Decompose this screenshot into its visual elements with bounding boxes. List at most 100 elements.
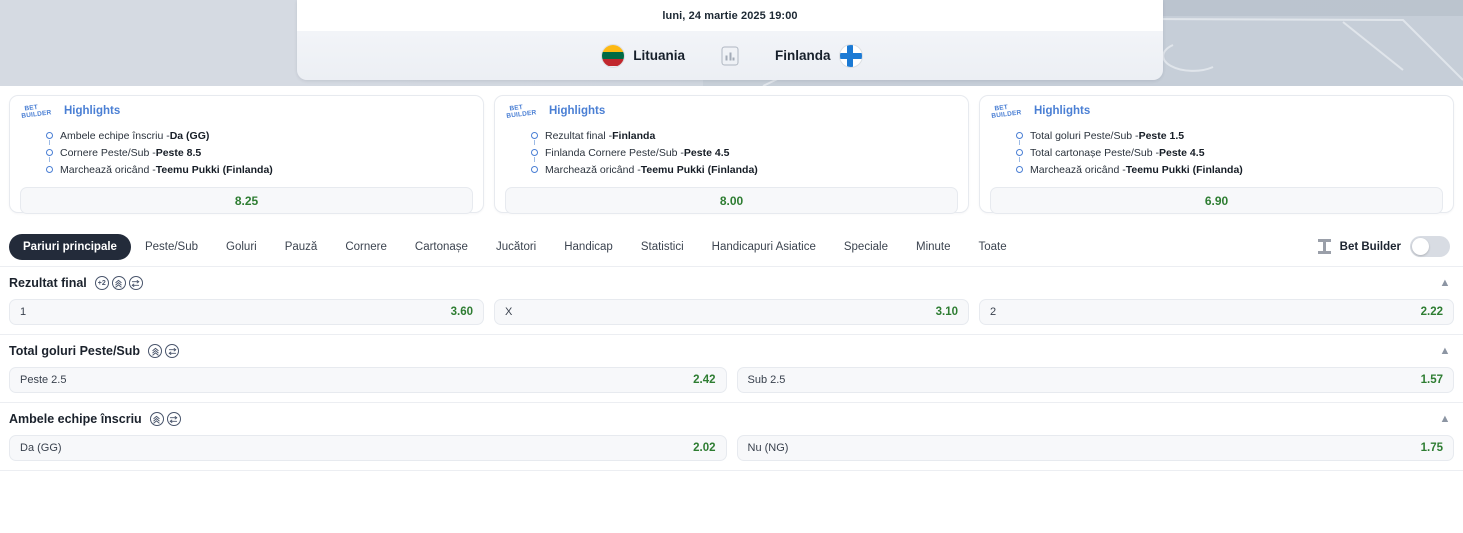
bet-builder-logo-icon: BET BUILDER — [20, 101, 58, 120]
market-title: Total goluri Peste/Sub — [9, 344, 141, 358]
boost-badge-icon[interactable] — [149, 412, 164, 426]
market-selections: Peste 2.5 2.42 Sub 2.5 1.57 — [9, 367, 1454, 402]
boost-badge-icon[interactable] — [111, 276, 126, 290]
leg-selection: Finlanda — [612, 129, 656, 142]
selection-button[interactable]: Peste 2.5 2.42 — [9, 367, 727, 393]
selection-label: Da (GG) — [20, 442, 62, 454]
bet-builder-toggle-switch[interactable] — [1410, 236, 1450, 257]
bet-builder-odds-button[interactable]: 8.25 — [20, 187, 473, 215]
selection-label: X — [505, 306, 513, 318]
leg-selection: Teemu Pukki (Finlanda) — [1125, 163, 1243, 176]
cashout-badge-icon[interactable] — [128, 276, 143, 290]
leg-selection: Da (GG) — [169, 129, 210, 142]
selection-button[interactable]: Nu (NG) 1.75 — [736, 435, 1454, 461]
bet-builder-card-title: Highlights — [1034, 105, 1091, 117]
selection-odds: 1.57 — [1420, 374, 1443, 386]
market-header[interactable]: Ambele echipe înscriu ▲ — [9, 403, 1454, 435]
market-header[interactable]: Rezultat final +2 ▲ — [9, 267, 1454, 299]
lithuania-flag-icon — [602, 44, 625, 67]
cashout-badge-icon[interactable] — [165, 344, 180, 358]
bet-builder-legs: Ambele echipe înscriu - Da (GG) Cornere … — [46, 127, 473, 178]
leg-market: Ambele echipe înscriu - — [60, 129, 170, 142]
market-header[interactable]: Total goluri Peste/Sub ▲ — [9, 335, 1454, 367]
tab-minute[interactable]: Minute — [902, 234, 965, 260]
tab-goluri[interactable]: Goluri — [212, 234, 271, 260]
bet-builder-card-title: Highlights — [549, 105, 606, 117]
bet-builder-leg: Ambele echipe înscriu - Da (GG) — [46, 127, 473, 146]
bet-builder-toggle-label: Bet Builder — [1339, 240, 1401, 253]
chevron-up-icon[interactable]: ▲ — [1436, 410, 1454, 428]
tab-cartonase[interactable]: Cartonașe — [401, 234, 482, 260]
bet-builder-odds-button[interactable]: 6.90 — [990, 187, 1443, 215]
bet-builder-legs: Total goluri Peste/Sub - Peste 1.5 Total… — [1016, 127, 1443, 178]
match-card: luni, 24 martie 2025 19:00 Lituania Finl… — [297, 0, 1163, 80]
leg-market: Marchează oricând - — [60, 163, 156, 176]
match-hero: luni, 24 martie 2025 19:00 Lituania Finl… — [0, 0, 1463, 86]
bet-builder-icon — [1317, 239, 1331, 254]
bet-builder-odds-button[interactable]: 8.00 — [505, 187, 958, 215]
tab-cornere[interactable]: Cornere — [331, 234, 401, 260]
bet-builder-leg: Marchează oricând - Teemu Pukki (Finland… — [46, 161, 473, 178]
market-tabs: Pariuri principale Peste/Sub Goluri Pauz… — [9, 233, 1318, 260]
bet-builder-card-title: Highlights — [64, 105, 121, 117]
bet-builder-logo-icon: BET BUILDER — [505, 101, 543, 120]
leg-market: Rezultat final - — [545, 129, 613, 142]
selection-button[interactable]: Sub 2.5 1.57 — [736, 367, 1454, 393]
cashout-badge-icon[interactable] — [166, 412, 181, 426]
selection-button[interactable]: 1 3.60 — [9, 299, 484, 325]
chevron-up-icon[interactable]: ▲ — [1436, 274, 1454, 292]
tab-handicap[interactable]: Handicap — [550, 234, 627, 260]
market-selections: 1 3.60 X 3.10 2 2.22 — [9, 299, 1454, 334]
chevron-up-icon[interactable]: ▲ — [1436, 342, 1454, 360]
selection-odds: 3.60 — [450, 306, 473, 318]
leg-selection: Peste 1.5 — [1138, 129, 1185, 142]
selection-odds: 3.10 — [935, 306, 958, 318]
selection-label: Nu (NG) — [747, 442, 789, 454]
tab-toate[interactable]: Toate — [965, 234, 1021, 260]
bet-builder-card[interactable]: BET BUILDER Highlights Rezultat final - … — [494, 95, 969, 215]
selection-label: 1 — [20, 306, 27, 318]
tab-speciale[interactable]: Speciale — [830, 234, 902, 260]
bet-builder-card-header: BET BUILDER Highlights — [505, 104, 958, 120]
market-selections: Da (GG) 2.02 Nu (NG) 1.75 — [9, 435, 1454, 470]
boost-badge-icon[interactable] — [148, 344, 163, 358]
tab-statistici[interactable]: Statistici — [627, 234, 698, 260]
bet-builder-leg: Marchează oricând - Teemu Pukki (Finland… — [531, 161, 958, 178]
leg-market: Cornere Peste/Sub - — [60, 146, 156, 159]
leg-market: Total cartonașe Peste/Sub - — [1030, 146, 1159, 159]
market-section-rezultat-final: Rezultat final +2 ▲ 1 3.60 X 3.10 2 2.22 — [0, 267, 1463, 335]
match-datetime: luni, 24 martie 2025 19:00 — [662, 9, 798, 22]
leg-dot-icon — [1016, 149, 1023, 157]
selection-odds: 2.22 — [1420, 306, 1443, 318]
bet-builder-card-header: BET BUILDER Highlights — [990, 104, 1443, 120]
market-badges — [149, 412, 181, 426]
tab-peste-sub[interactable]: Peste/Sub — [131, 234, 212, 260]
selection-odds: 2.42 — [693, 374, 716, 386]
stats-bars-icon[interactable] — [721, 46, 739, 65]
bet-builder-toggle-group: Bet Builder — [1317, 236, 1454, 257]
leg-market: Marchează oricând - — [1030, 163, 1126, 176]
selection-label: Peste 2.5 — [20, 374, 67, 386]
bet-builder-card[interactable]: BET BUILDER Highlights Ambele echipe îns… — [9, 95, 484, 215]
leg-dot-icon — [1016, 166, 1023, 174]
home-team-block[interactable]: Lituania — [297, 44, 731, 67]
away-team-block[interactable]: Finlanda — [731, 44, 1163, 67]
leg-market: Total goluri Peste/Sub - — [1030, 129, 1139, 142]
market-title: Ambele echipe înscriu — [9, 412, 142, 426]
selection-odds: 2.02 — [693, 442, 716, 454]
plus-two-badge-icon[interactable]: +2 — [94, 276, 109, 290]
leg-selection: Peste 4.5 — [1159, 146, 1205, 159]
leg-market: Finlanda Cornere Peste/Sub - — [545, 146, 684, 159]
market-section-ambele-echipe-inscriu: Ambele echipe înscriu ▲ Da (GG) 2.02 Nu … — [0, 403, 1463, 471]
bet-builder-leg: Marchează oricând - Teemu Pukki (Finland… — [1016, 161, 1443, 178]
bet-builder-card[interactable]: BET BUILDER Highlights Total goluri Pest… — [979, 95, 1454, 215]
leg-dot-icon — [531, 149, 538, 157]
tab-jucatori[interactable]: Jucători — [482, 234, 550, 260]
selection-button[interactable]: Da (GG) 2.02 — [9, 435, 727, 461]
tab-pariuri-principale[interactable]: Pariuri principale — [9, 233, 131, 260]
selection-button[interactable]: X 3.10 — [494, 299, 969, 325]
selection-button[interactable]: 2 2.22 — [979, 299, 1454, 325]
match-datetime-bar: luni, 24 martie 2025 19:00 — [297, 0, 1163, 31]
tab-pauza[interactable]: Pauză — [271, 234, 332, 260]
tab-handicapuri-asiatice[interactable]: Handicapuri Asiatice — [698, 234, 830, 260]
